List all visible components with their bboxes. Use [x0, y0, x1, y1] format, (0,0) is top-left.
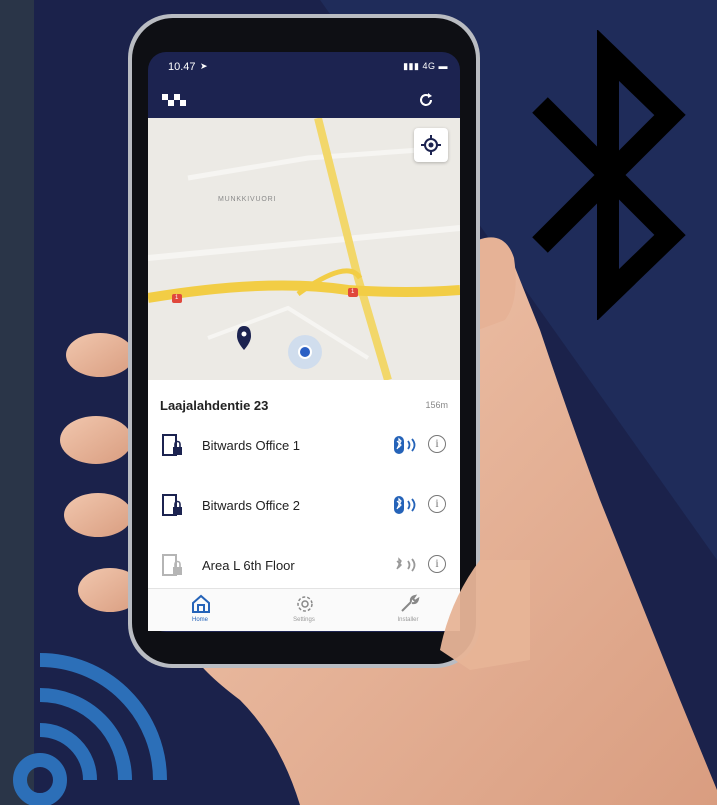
location-distance: 156m [425, 400, 448, 410]
locate-me-button[interactable] [414, 128, 448, 162]
door-lock-icon [162, 494, 182, 516]
refresh-icon[interactable] [418, 92, 434, 108]
bluetooth-active-icon [394, 436, 416, 454]
map-area-label: MUNKKIVUORI [218, 196, 277, 203]
road-shield-2: 1 [351, 289, 355, 295]
door-item[interactable]: Bitwards Office 2 i [148, 476, 460, 532]
tab-label: Home [191, 617, 208, 623]
battery-icon: ▬ [438, 61, 448, 71]
door-list-panel: Laajalahdentie 23 156m Bitwards Office 1… [148, 380, 460, 590]
bluetooth-active-icon [394, 496, 416, 514]
road-shield-1: 1 [175, 295, 179, 301]
door-item[interactable]: Bitwards Office 1 i [148, 416, 460, 472]
home-icon [192, 594, 210, 613]
bottom-tab-bar: Home Settings Installer [148, 588, 460, 631]
status-bar: 10.47 ➤ ▮▮▮ 4G ▬ [148, 52, 460, 84]
promo-image: 10.47 ➤ ▮▮▮ 4G ▬ MUNKKIVUORI 1 1 Laajala… [0, 0, 717, 805]
signal-bars-icon: ▮▮▮ [403, 61, 420, 71]
bitwards-logo-icon [162, 94, 186, 106]
wrench-icon [401, 594, 420, 612]
door-lock-icon [162, 434, 182, 456]
crosshair-icon [421, 135, 441, 155]
door-name: Area L 6th Floor [202, 558, 295, 573]
thumb-illustration [440, 560, 530, 670]
info-icon[interactable]: i [428, 435, 446, 453]
map-view[interactable]: MUNKKIVUORI 1 1 [148, 118, 460, 380]
app-bar [148, 84, 460, 118]
door-name: Bitwards Office 2 [202, 498, 301, 513]
tab-settings[interactable]: Settings [252, 589, 356, 631]
location-name: Laajalahdentie 23 [160, 398, 269, 413]
gear-icon [297, 596, 313, 612]
info-icon[interactable]: i [428, 495, 446, 513]
bluetooth-inactive-icon [396, 557, 416, 572]
status-signal: ▮▮▮ 4G ▬ [403, 61, 448, 72]
door-name: Bitwards Office 1 [202, 438, 301, 453]
status-time: 10.47 [168, 61, 196, 73]
door-item[interactable]: Area L 6th Floor i [148, 536, 460, 592]
tab-label: Settings [293, 617, 315, 623]
door-lock-icon [162, 554, 182, 576]
tab-home[interactable]: Home [148, 589, 252, 631]
location-header: Laajalahdentie 23 156m [160, 398, 448, 418]
location-arrow-icon: ➤ [200, 61, 208, 71]
network-type: 4G [422, 61, 436, 71]
